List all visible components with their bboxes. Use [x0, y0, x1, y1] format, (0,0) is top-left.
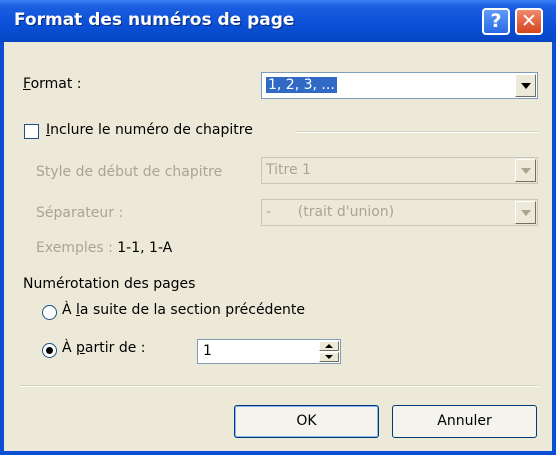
help-icon: ? [490, 10, 502, 32]
window-frame-left [0, 42, 4, 455]
separator-label: Séparateur : [36, 205, 124, 221]
separator-dropdown[interactable]: - (trait d'union) [261, 199, 538, 226]
help-button[interactable]: ? [482, 8, 510, 35]
spin-down-icon[interactable] [319, 352, 339, 362]
examples-value: 1-1, 1-A [117, 240, 173, 256]
dialog-title: Format des numéros de page [14, 10, 295, 30]
chevron-down-icon[interactable] [515, 201, 536, 224]
separator-value: - (trait d'union) [266, 204, 395, 220]
examples-row: Exemples : 1-1, 1-A [36, 240, 172, 256]
cancel-button[interactable]: Annuler [392, 405, 537, 438]
start-at-value[interactable]: 1 [203, 343, 212, 359]
include-chapter-label: Inclure le numéro de chapitre [46, 122, 253, 138]
chapter-style-dropdown[interactable]: Titre 1 [261, 157, 538, 184]
continue-from-previous-radio[interactable] [42, 305, 57, 320]
bottom-divider [20, 385, 538, 387]
continue-from-previous-label: À la suite de la section précédente [62, 302, 306, 318]
ok-button[interactable]: OK [234, 405, 379, 438]
chevron-down-icon[interactable] [515, 159, 536, 182]
close-button[interactable]: ✕ [515, 8, 543, 35]
chapter-style-value: Titre 1 [266, 162, 311, 178]
include-chapter-checkbox[interactable] [24, 124, 39, 139]
page-numbering-heading: Numérotation des pages [23, 276, 196, 292]
format-label: Format : [23, 76, 82, 92]
start-at-spinner[interactable]: 1 [197, 339, 341, 364]
spin-up-icon[interactable] [319, 341, 339, 351]
window-frame-right [552, 42, 556, 455]
examples-label: Exemples : [36, 240, 113, 256]
title-bar[interactable]: Format des numéros de page ? ✕ [0, 0, 556, 42]
window-frame-bottom [0, 451, 556, 455]
chapter-group-divider [297, 131, 538, 133]
chevron-down-icon[interactable] [515, 74, 536, 97]
start-at-label: À partir de : [62, 340, 146, 356]
format-dropdown[interactable]: 1, 2, 3, ... [261, 72, 538, 99]
format-value: 1, 2, 3, ... [266, 77, 337, 93]
spinner-buttons [319, 341, 339, 362]
close-icon: ✕ [521, 10, 537, 32]
start-at-radio[interactable] [42, 343, 57, 358]
page-number-format-dialog: Format des numéros de page ? ✕ Format : … [0, 0, 556, 455]
chapter-style-label: Style de début de chapitre [36, 164, 223, 180]
